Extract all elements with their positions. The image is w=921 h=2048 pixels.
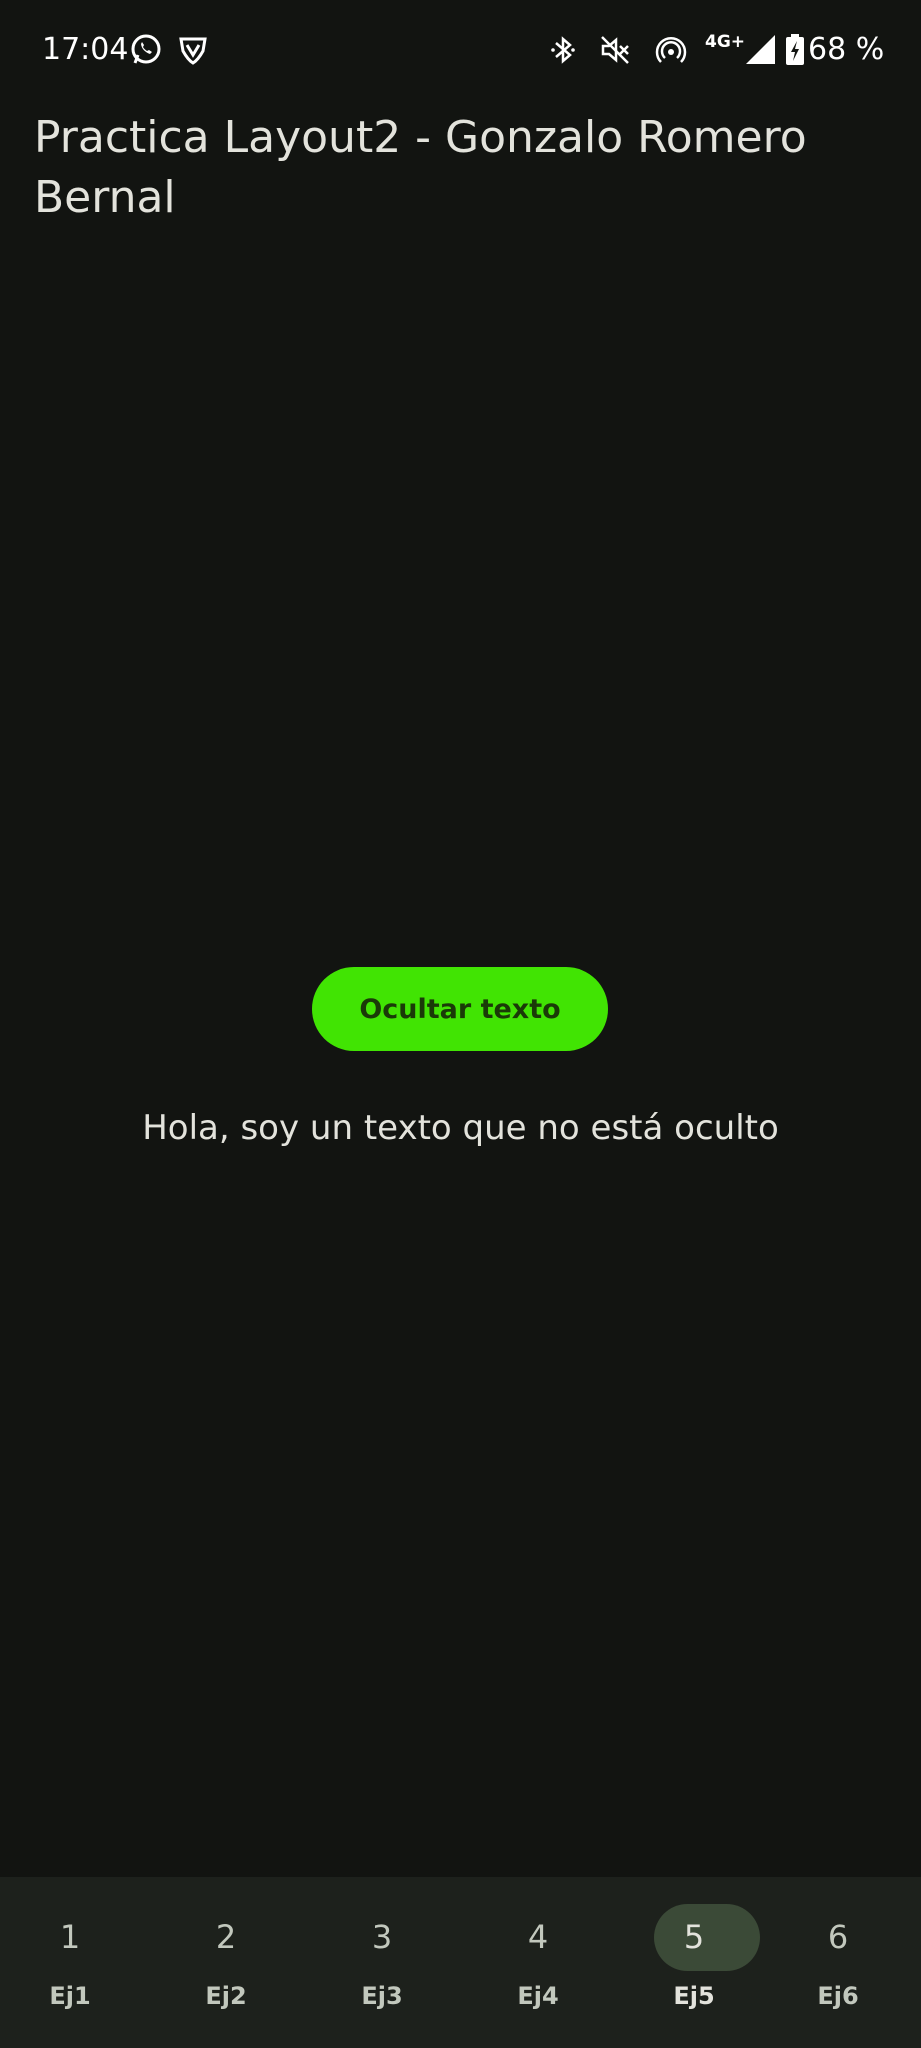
nav-label-ej3: Ej3	[361, 1982, 403, 2010]
nav-item-ej2[interactable]: 2 Ej2	[156, 1877, 309, 2048]
screen: 17:04 4G+ 68 % Practica Layout2 - Gonzal…	[0, 0, 921, 2048]
nav-label-ej4: Ej4	[517, 1982, 559, 2010]
signal-icon	[746, 35, 775, 64]
nav-number-6: 6	[827, 1918, 849, 1956]
nav-label-ej2: Ej2	[205, 1982, 247, 2010]
nav-item-ej6[interactable]: 6 Ej6	[768, 1877, 921, 2048]
nav-label-ej5: Ej5	[673, 1982, 715, 2010]
vpn-shield-icon	[179, 37, 207, 65]
hotspot-icon	[655, 36, 687, 63]
whatsapp-icon	[131, 34, 161, 64]
nav-number-3: 3	[371, 1918, 393, 1956]
nav-item-ej4[interactable]: 4 Ej4	[468, 1877, 621, 2048]
visible-text: Hola, soy un texto que no está oculto	[142, 1108, 779, 1148]
status-time: 17:04	[42, 32, 129, 67]
mute-icon	[601, 36, 629, 64]
nav-number-4: 4	[527, 1918, 549, 1956]
nav-label-ej6: Ej6	[817, 1982, 859, 2010]
network-type: 4G+	[705, 32, 746, 52]
nav-item-ej3[interactable]: 3 Ej3	[312, 1877, 465, 2048]
bluetooth-icon	[551, 36, 575, 64]
page-title: Practica Layout2 - Gonzalo Romero Bernal	[34, 112, 807, 223]
status-bar: 17:04 4G+ 68 %	[0, 0, 921, 100]
battery-percent: 68 %	[808, 32, 885, 67]
nav-number-5: 5	[683, 1918, 705, 1956]
hide-text-button[interactable]: Ocultar texto	[312, 967, 608, 1051]
battery-charging-icon	[786, 34, 804, 65]
nav-label-ej1: Ej1	[49, 1982, 91, 2010]
nav-item-ej1[interactable]: 1 Ej1	[0, 1877, 153, 2048]
nav-number-2: 2	[215, 1918, 237, 1956]
nav-number-1: 1	[59, 1918, 81, 1956]
bottom-navigation: 1 Ej1 2 Ej2 3 Ej3 4 Ej4 5 Ej5 6 Ej6	[0, 1877, 921, 2048]
